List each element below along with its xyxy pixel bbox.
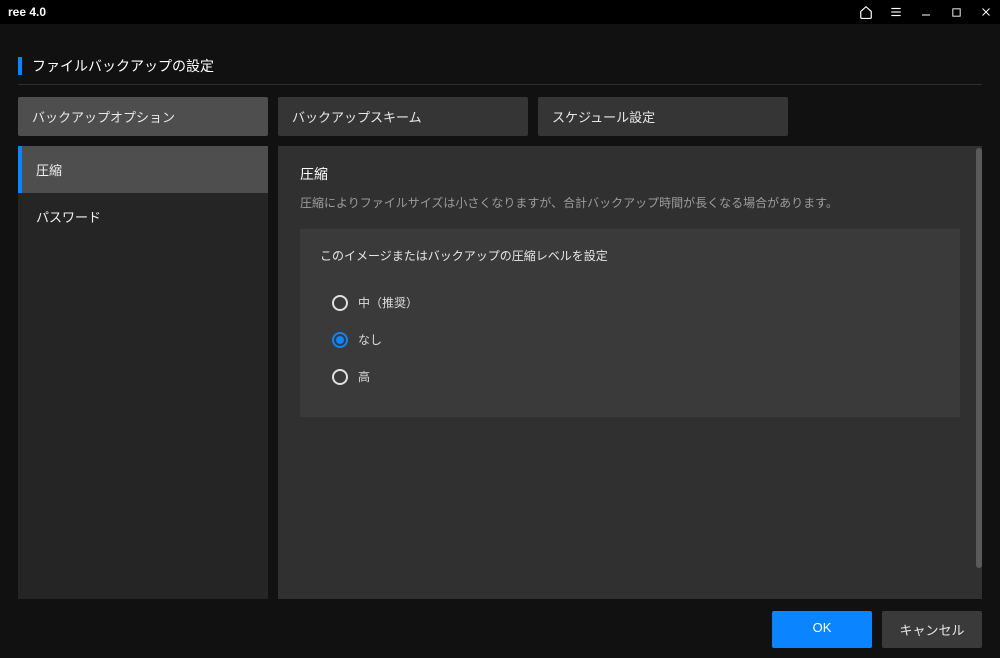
cancel-button[interactable]: キャンセル (882, 611, 982, 648)
tab-backup-scheme[interactable]: バックアップスキーム (278, 97, 528, 136)
button-label: キャンセル (899, 623, 964, 638)
window-body: ファイルバックアップの設定 バックアップオプション バックアップスキーム スケジ… (0, 24, 1000, 658)
tabs-row: バックアップオプション バックアップスキーム スケジュール設定 (18, 97, 982, 136)
menu-icon[interactable] (888, 4, 904, 20)
titlebar: ree 4.0 (0, 0, 1000, 24)
main-panel: 圧縮 圧縮によりファイルサイズは小さくなりますが、合計バックアップ時間が長くなる… (278, 146, 982, 599)
sidebar-item-password[interactable]: パスワード (18, 193, 268, 240)
tab-label: スケジュール設定 (552, 110, 655, 125)
maximize-icon[interactable] (948, 4, 964, 20)
option-group-title: このイメージまたはバックアップの圧縮レベルを設定 (320, 247, 940, 264)
scrollbar-track[interactable] (976, 146, 982, 599)
radio-label: なし (358, 331, 382, 348)
panel-title: 圧縮 (300, 164, 960, 184)
radio-label: 中（推奨） (358, 294, 418, 311)
radio-icon (332, 295, 348, 311)
content-row: 圧縮 パスワード 圧縮 圧縮によりファイルサイズは小さくなりますが、合計バックア… (18, 146, 982, 599)
app-title: ree 4.0 (6, 5, 46, 19)
close-icon[interactable] (978, 4, 994, 20)
radio-option-medium[interactable]: 中（推奨） (320, 284, 940, 321)
panel-description: 圧縮によりファイルサイズは小さくなりますが、合計バックアップ時間が長くなる場合が… (300, 194, 960, 211)
page-title: ファイルバックアップの設定 (32, 56, 214, 76)
sidebar-item-compression[interactable]: 圧縮 (18, 146, 268, 193)
radio-option-none[interactable]: なし (320, 321, 940, 358)
compression-option-group: このイメージまたはバックアップの圧縮レベルを設定 中（推奨） なし 高 (300, 229, 960, 417)
sidebar-item-label: パスワード (36, 210, 101, 225)
tab-schedule-settings[interactable]: スケジュール設定 (538, 97, 788, 136)
radio-label: 高 (358, 368, 370, 385)
radio-icon (332, 332, 348, 348)
page-header: ファイルバックアップの設定 (18, 56, 982, 85)
scrollbar-thumb[interactable] (976, 148, 982, 568)
home-icon[interactable] (858, 4, 874, 20)
sidebar-item-label: 圧縮 (36, 163, 62, 178)
minimize-icon[interactable] (918, 4, 934, 20)
sidebar: 圧縮 パスワード (18, 146, 268, 599)
header-accent (18, 57, 22, 75)
radio-option-high[interactable]: 高 (320, 358, 940, 395)
button-label: OK (813, 620, 832, 635)
radio-icon (332, 369, 348, 385)
tab-label: バックアップオプション (32, 110, 175, 125)
tab-label: バックアップスキーム (292, 110, 422, 125)
titlebar-controls (858, 4, 994, 20)
dialog-footer: OK キャンセル (18, 599, 982, 648)
ok-button[interactable]: OK (772, 611, 872, 648)
tab-backup-options[interactable]: バックアップオプション (18, 97, 268, 136)
